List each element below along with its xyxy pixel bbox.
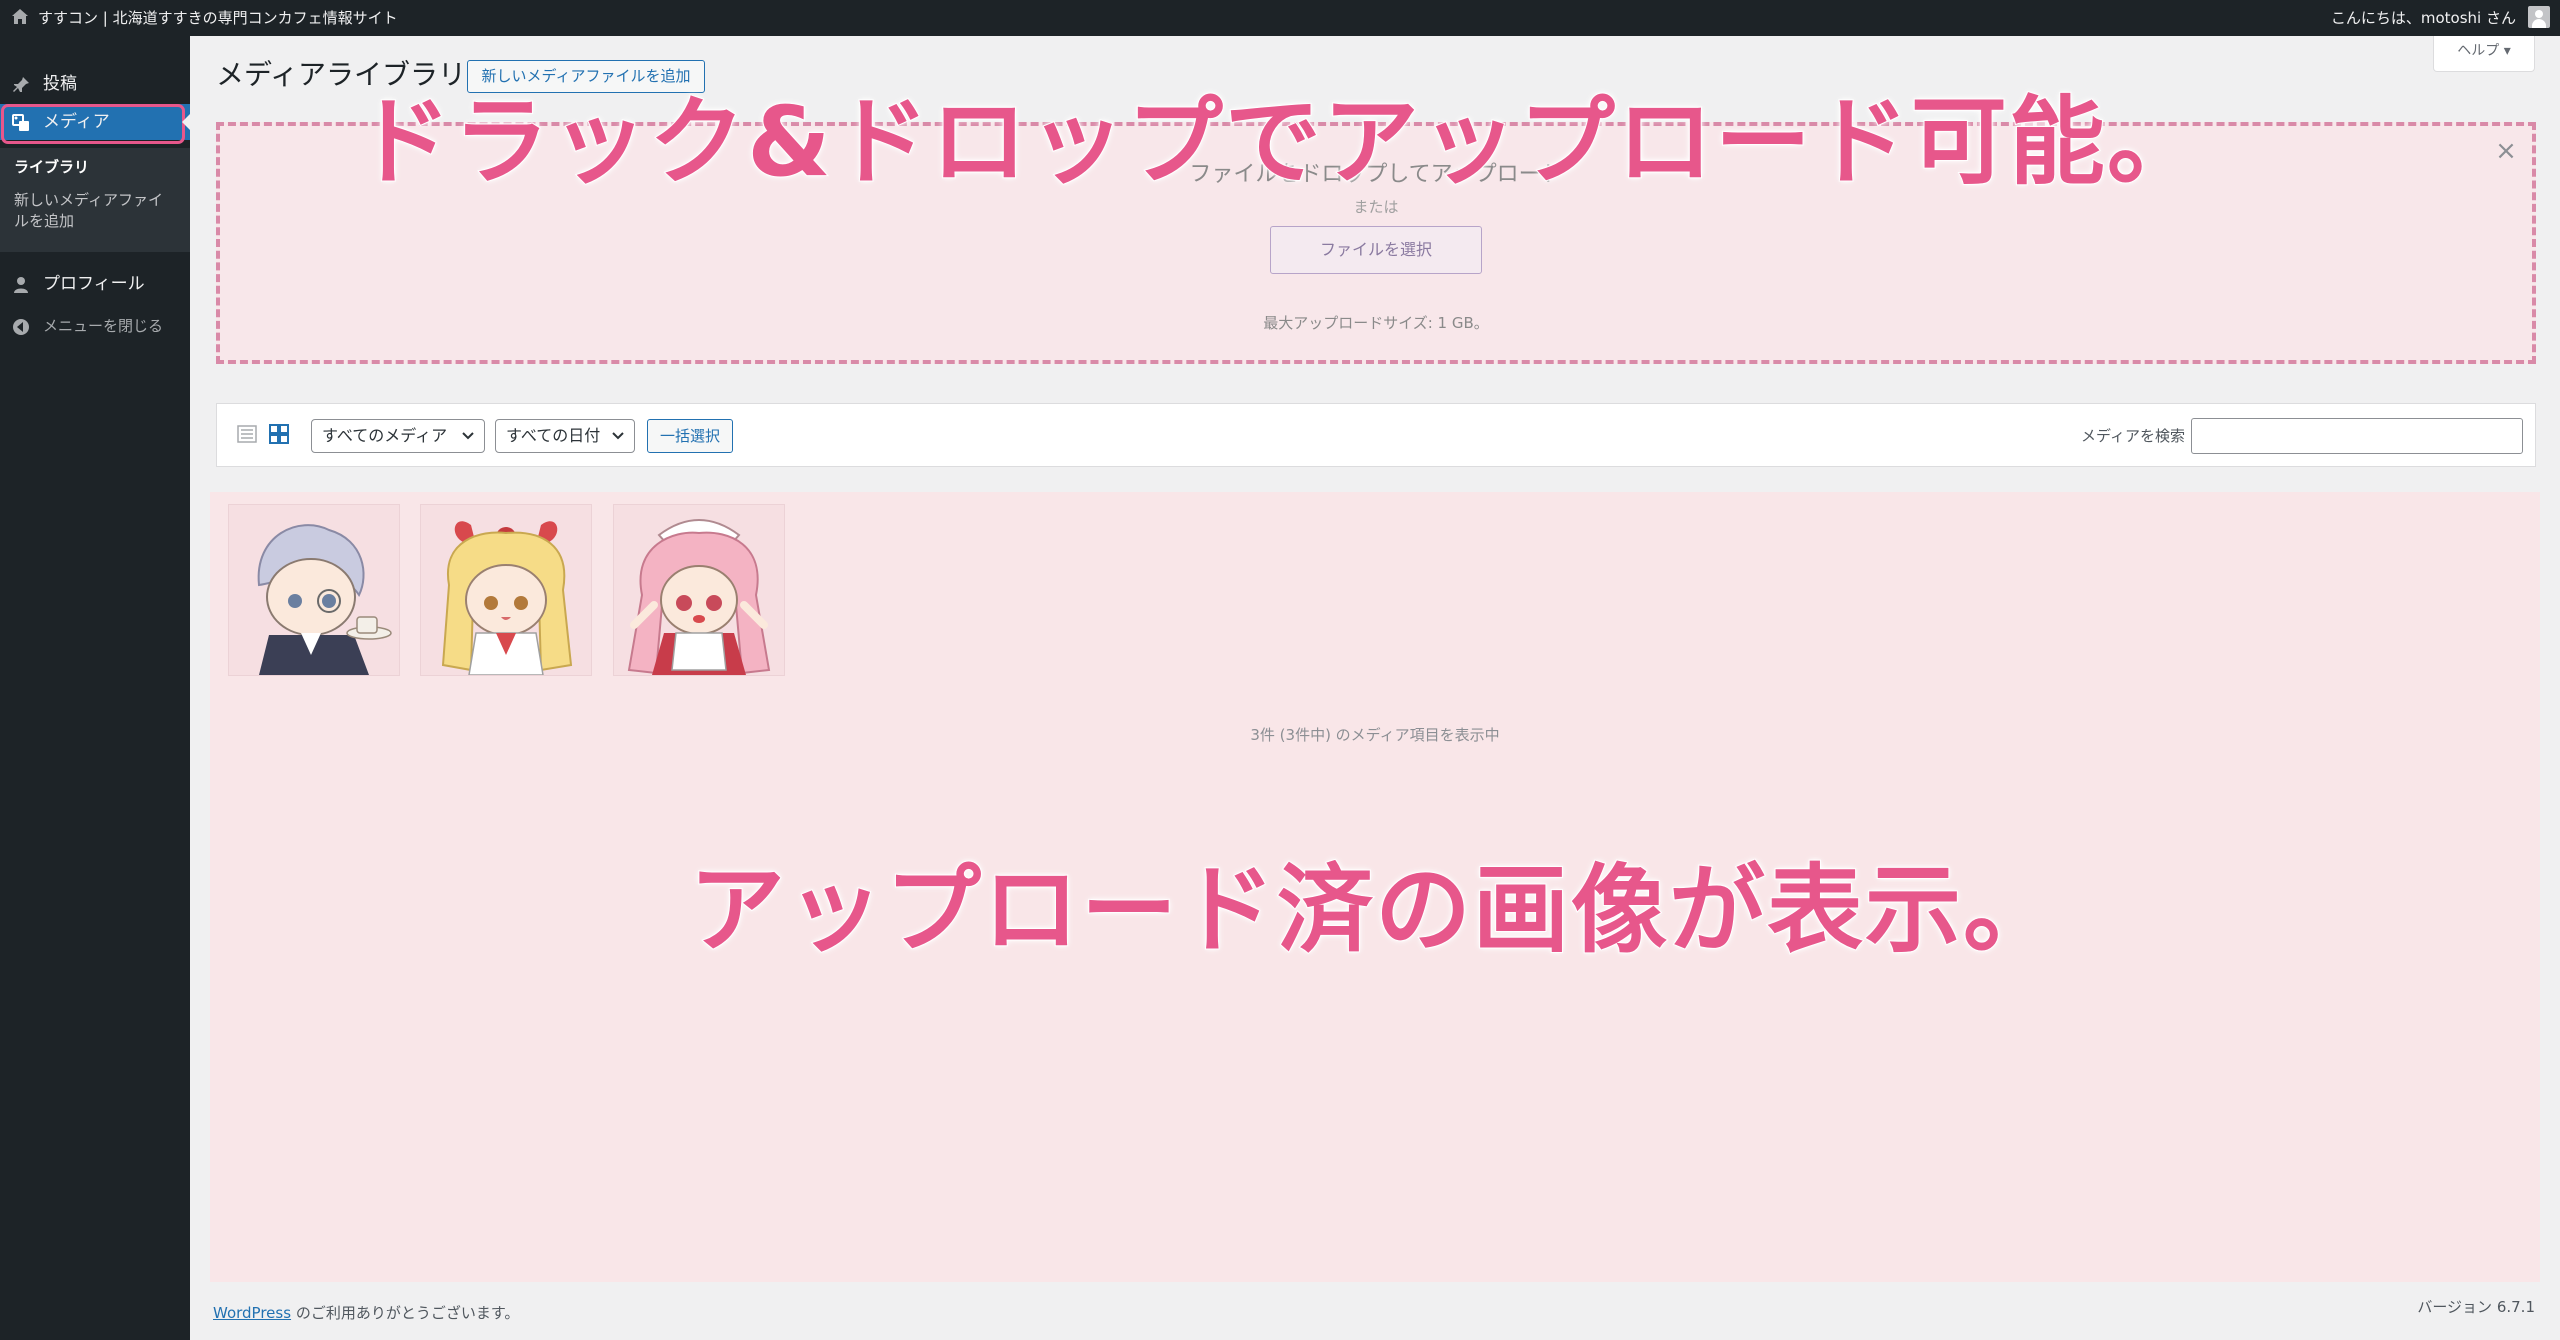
wordpress-link[interactable]: WordPress: [213, 1304, 291, 1322]
media-toolbar: すべてのメディア すべての日付 一括選択 メディアを検索: [216, 403, 2536, 467]
chibi-character-butler: [257, 524, 392, 675]
avatar[interactable]: [2528, 6, 2550, 28]
media-type-filter-value: すべてのメディア: [322, 426, 448, 445]
admin-sidebar: 投稿 メディア ライブラリ 新しいメディアファイルを追加 プロフィール メニュー…: [0, 36, 190, 1340]
date-filter-value: すべての日付: [506, 426, 601, 445]
media-count-text: 3件 (3件中) のメディア項目を表示中: [1250, 726, 1500, 744]
sidebar-item-label: メニューを閉じる: [43, 317, 164, 335]
list-view-icon[interactable]: [237, 424, 257, 444]
media-search-input[interactable]: [2191, 418, 2523, 454]
media-thumbnail[interactable]: [613, 504, 785, 676]
bulk-select-button[interactable]: 一括選択: [647, 419, 733, 453]
media-thumbnail[interactable]: [420, 504, 592, 676]
sidebar-item-label: プロフィール: [43, 274, 145, 294]
user-icon: [14, 277, 28, 293]
collapse-menu-button[interactable]: メニューを閉じる: [0, 308, 190, 344]
chibi-character-blonde: [441, 521, 573, 675]
media-type-filter[interactable]: すべてのメディア: [311, 419, 485, 453]
annotation-uploaded-images: アップロード済の画像が表示。: [688, 853, 2061, 967]
media-grid-area: 3件 (3件中) のメディア項目を表示中 アップロード済の画像が表示。: [210, 492, 2540, 1282]
footer-thanks-text: のご利用ありがとうございます。: [291, 1304, 520, 1322]
admin-bar: すすコン | 北海道すすきの専門コンカフェ情報サイト こんにちは、motoshi…: [0, 0, 2560, 36]
date-filter[interactable]: すべての日付: [495, 419, 635, 453]
annotation-drag-drop: ドラック&ドロップでアップロード可能。: [354, 85, 2205, 199]
chevron-down-icon: [462, 432, 474, 440]
home-icon[interactable]: [10, 7, 30, 27]
collapse-icon: [13, 319, 29, 335]
site-name-link[interactable]: すすコン | 北海道すすきの専門コンカフェ情報サイト: [38, 8, 398, 28]
max-upload-size: 最大アップロードサイズ: 1 GB。: [1263, 314, 1489, 332]
grid-view-icon[interactable]: [269, 424, 289, 444]
media-thumbnail[interactable]: [228, 504, 400, 676]
sidebar-item-profile[interactable]: プロフィール: [0, 266, 190, 302]
footer-thanks: WordPress のご利用ありがとうございます。: [213, 1302, 519, 1323]
search-label: メディアを検索: [2081, 427, 2185, 445]
user-greeting[interactable]: こんにちは、motoshi さん: [2331, 8, 2516, 28]
chevron-down-icon: [612, 432, 624, 440]
footer-version: バージョン 6.7.1: [2417, 1298, 2535, 1316]
select-files-button[interactable]: ファイルを選択: [1270, 226, 1482, 274]
chibi-character-maid: [627, 519, 771, 675]
